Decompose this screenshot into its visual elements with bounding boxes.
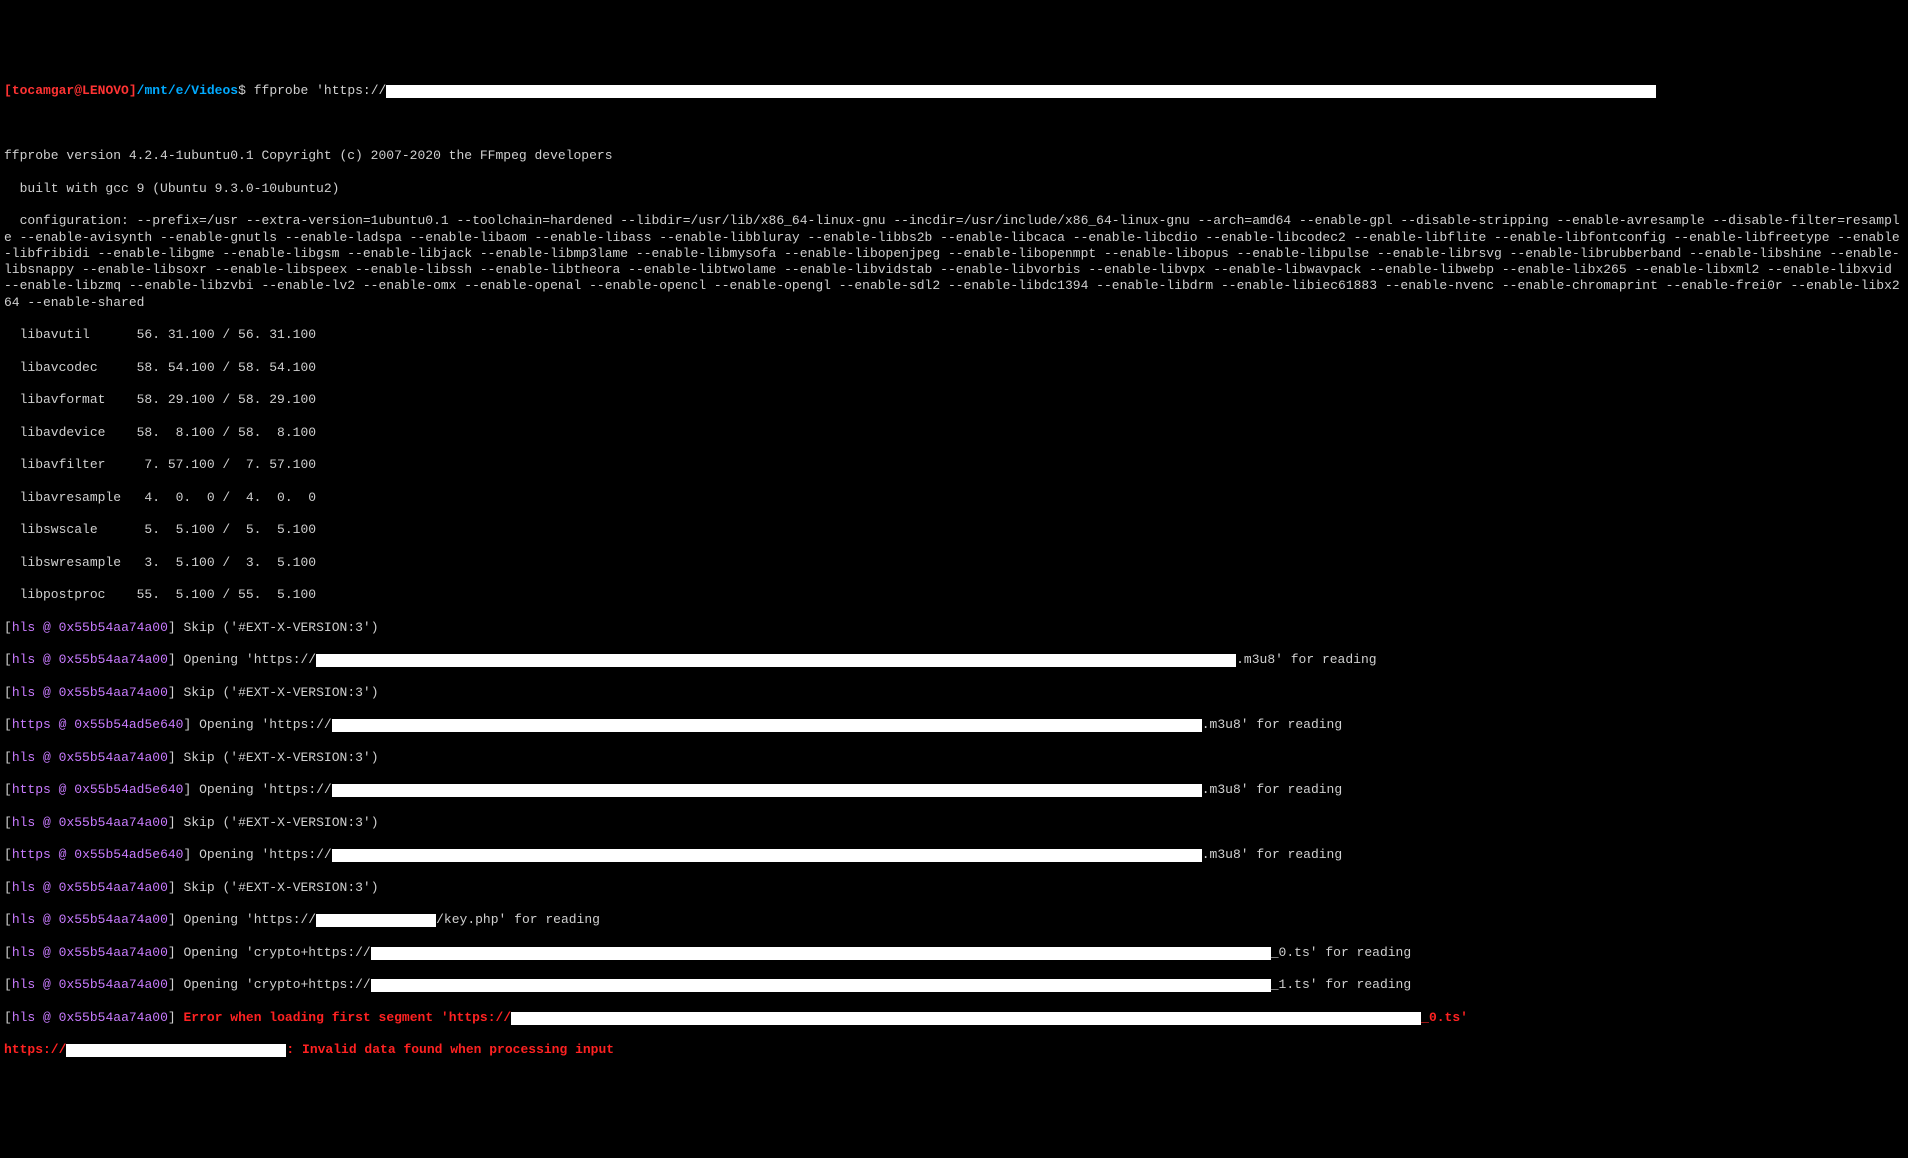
prompt-sigil: $ [238,83,246,98]
https-opening: [https @ 0x55b54ad5e640] Opening 'https:… [4,717,1904,733]
prompt-line[interactable]: [tocamgar@LENOVO]/mnt/e/Videos$ ffprobe … [4,83,1904,99]
hls-skip: [hls @ 0x55b54aa74a00] Skip ('#EXT-X-VER… [4,880,1904,896]
lib-row: libavdevice 58. 8.100 / 58. 8.100 [4,425,1904,441]
blank-line [4,116,1904,132]
lib-row: libavformat 58. 29.100 / 58. 29.100 [4,392,1904,408]
lib-row: libpostproc 55. 5.100 / 55. 5.100 [4,587,1904,603]
redacted-url [66,1044,286,1057]
prompt-open-bracket: [ [4,83,12,98]
hls-opening: [hls @ 0x55b54aa74a00] Opening 'https://… [4,652,1904,668]
hls-skip: [hls @ 0x55b54aa74a00] Skip ('#EXT-X-VER… [4,750,1904,766]
redacted-url [386,85,1656,98]
redacted-url [332,719,1202,732]
lib-row: libavcodec 58. 54.100 / 58. 54.100 [4,360,1904,376]
redacted-url [316,914,436,927]
prompt-host: LENOVO [82,83,129,98]
ffprobe-version: ffprobe version 4.2.4-1ubuntu0.1 Copyrig… [4,148,1904,164]
hls-skip: [hls @ 0x55b54aa74a00] Skip ('#EXT-X-VER… [4,685,1904,701]
hls-opening-crypto: [hls @ 0x55b54aa74a00] Opening 'crypto+h… [4,945,1904,961]
redacted-url [371,947,1271,960]
redacted-url [332,849,1202,862]
prompt-at: @ [74,83,82,98]
hls-opening-key: [hls @ 0x55b54aa74a00] Opening 'https://… [4,912,1904,928]
https-opening: [https @ 0x55b54ad5e640] Opening 'https:… [4,782,1904,798]
redacted-url [511,1012,1421,1025]
hls-skip: [hls @ 0x55b54aa74a00] Skip ('#EXT-X-VER… [4,815,1904,831]
lib-row: libavutil 56. 31.100 / 56. 31.100 [4,327,1904,343]
https-opening: [https @ 0x55b54ad5e640] Opening 'https:… [4,847,1904,863]
terminal-output: [tocamgar@LENOVO]/mnt/e/Videos$ ffprobe … [0,65,1908,1077]
lib-row: libavfilter 7. 57.100 / 7. 57.100 [4,457,1904,473]
ffprobe-built: built with gcc 9 (Ubuntu 9.3.0-10ubuntu2… [4,181,1904,197]
prompt-user: tocamgar [12,83,74,98]
lib-row: libswresample 3. 5.100 / 3. 5.100 [4,555,1904,571]
command-input[interactable]: ffprobe 'https:// [254,83,387,98]
prompt-path: /mnt/e/Videos [137,83,238,98]
hls-error-segment: [hls @ 0x55b54aa74a00] Error when loadin… [4,1010,1904,1026]
prompt-close-bracket: ] [129,83,137,98]
redacted-url [316,654,1236,667]
redacted-url [371,979,1271,992]
lib-row: libavresample 4. 0. 0 / 4. 0. 0 [4,490,1904,506]
redacted-url [332,784,1202,797]
final-error: https://: Invalid data found when proces… [4,1042,1904,1058]
hls-opening-crypto: [hls @ 0x55b54aa74a00] Opening 'crypto+h… [4,977,1904,993]
lib-row: libswscale 5. 5.100 / 5. 5.100 [4,522,1904,538]
ffprobe-config: configuration: --prefix=/usr --extra-ver… [4,213,1904,311]
hls-skip: [hls @ 0x55b54aa74a00] Skip ('#EXT-X-VER… [4,620,1904,636]
